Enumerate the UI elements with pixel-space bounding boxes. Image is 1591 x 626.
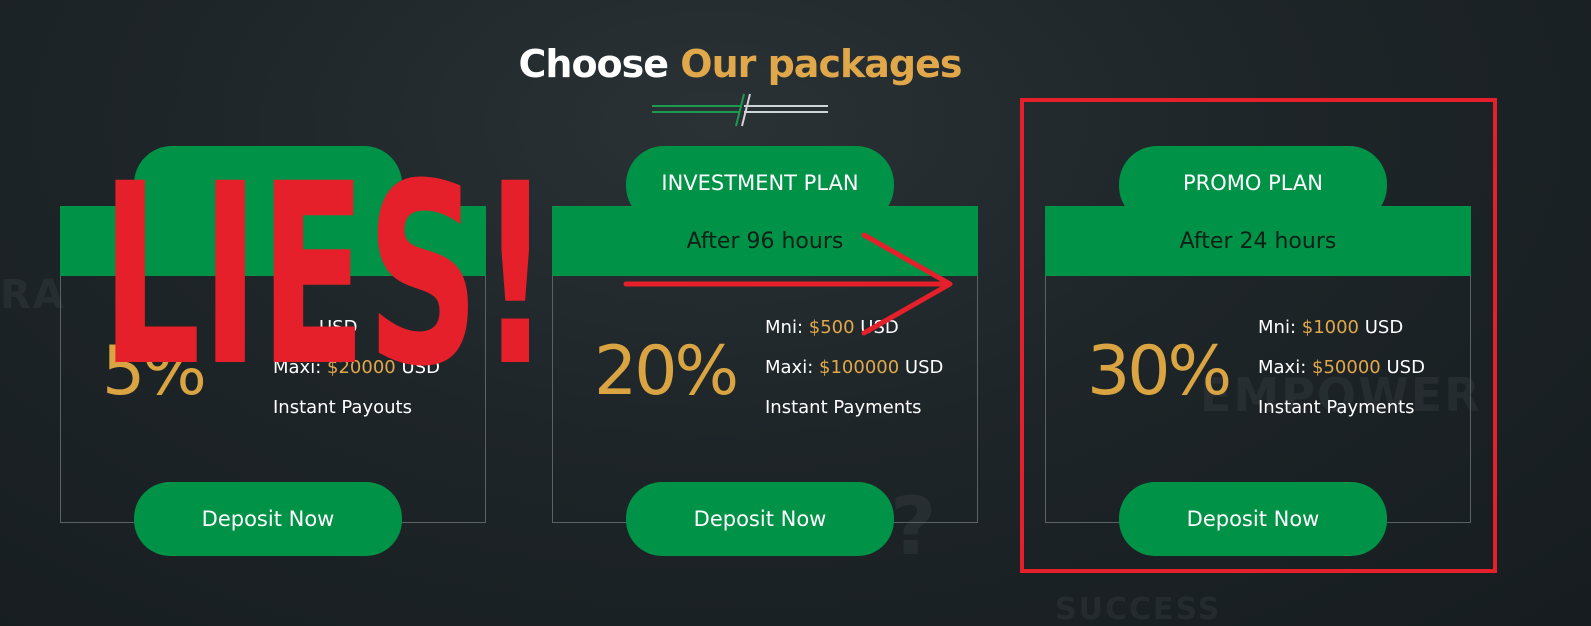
lies-stamp: LIES! [101, 130, 551, 421]
deposit-now-button[interactable]: Deposit Now [134, 482, 402, 556]
plan-max-row: Maxi: $100000 USD [765, 356, 943, 396]
plan-max-value: $100000 [819, 357, 900, 378]
background-text: RA [0, 272, 66, 318]
deposit-now-button[interactable]: Deposit Now [626, 482, 894, 556]
highlight-box [1020, 98, 1497, 573]
title-divider [652, 93, 828, 127]
plan-max-label: Maxi: [765, 357, 814, 378]
plan-payout-type: Instant Payments [765, 397, 922, 418]
plan-max-unit: USD [904, 357, 944, 378]
section-title: Choose Our packages [0, 42, 1480, 86]
lies-stamp-text: LIES! [101, 130, 551, 421]
title-highlight: Our packages [680, 42, 962, 86]
plan-card-2: INVESTMENT PLAN After 96 hours 20% Mni: … [552, 146, 978, 558]
background-text: SUCCESS [1055, 592, 1222, 626]
title-word: Choose [518, 42, 670, 86]
arrow-right-icon [623, 232, 953, 336]
